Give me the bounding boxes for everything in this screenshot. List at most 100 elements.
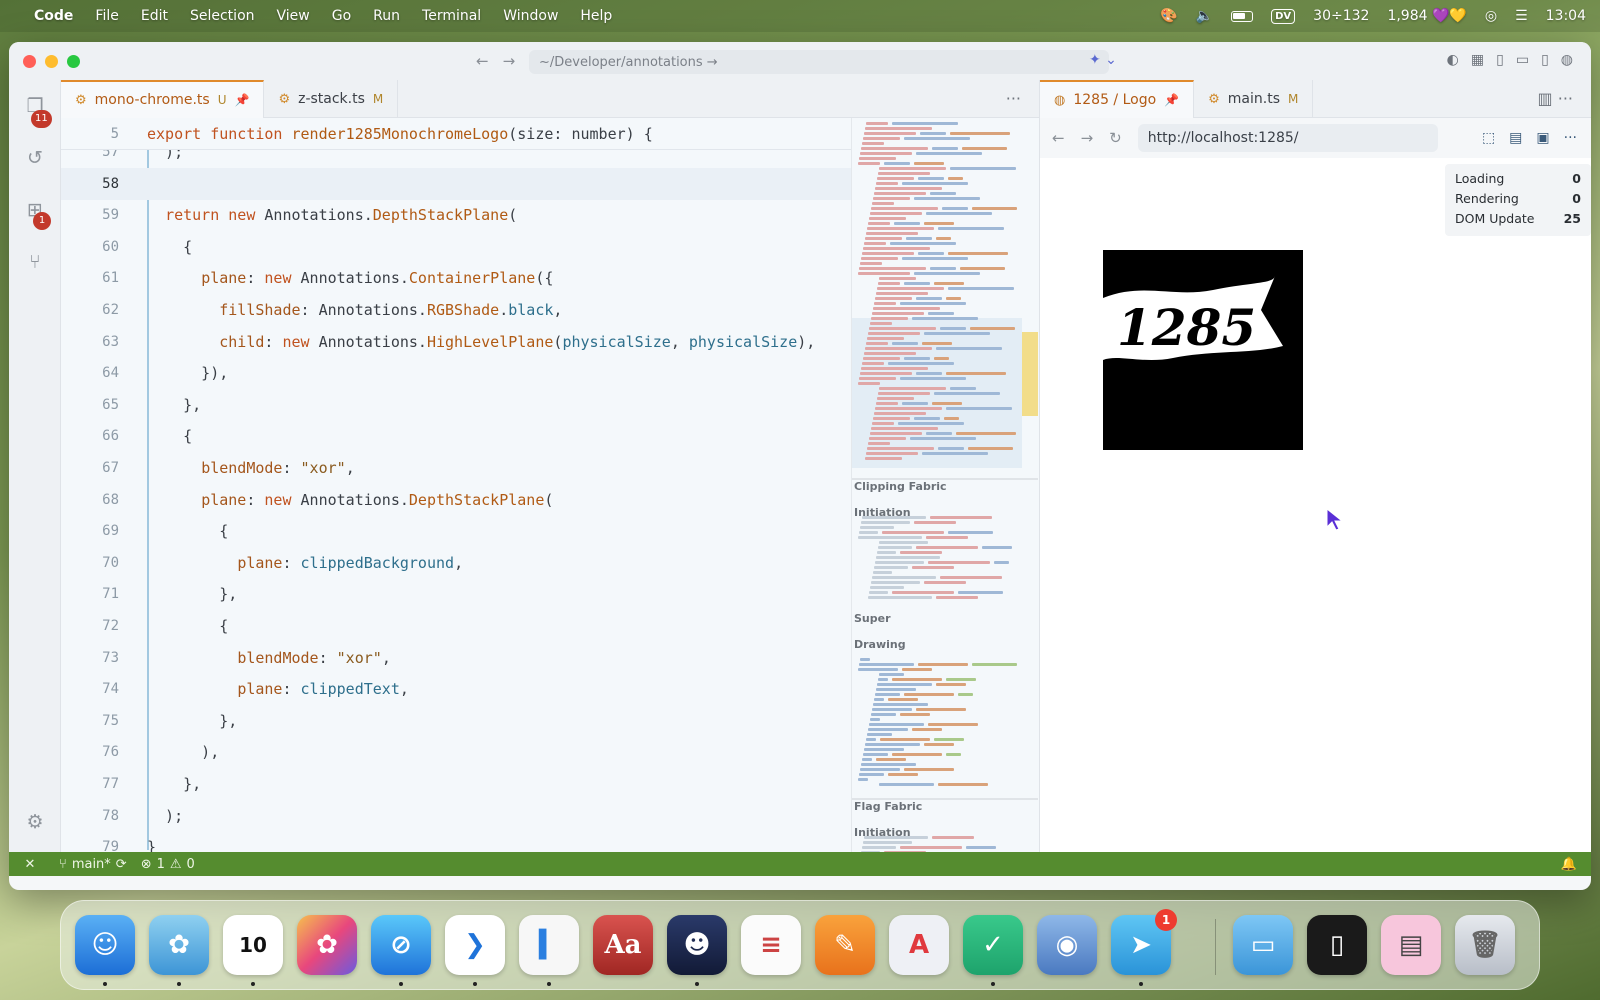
back-arrow-icon[interactable]: ←	[476, 52, 489, 70]
menu-app-name[interactable]: Code	[34, 8, 73, 24]
menu-view[interactable]: View	[277, 8, 310, 24]
toggle-panel-icon[interactable]: ▭	[1516, 52, 1529, 68]
code-line[interactable]: 74 plane: clippedText,	[61, 673, 851, 705]
code-line[interactable]: 67 blendMode: "xor",	[61, 452, 851, 484]
document-icon[interactable]: ▤	[1509, 130, 1522, 146]
finder-icon[interactable]: ☺	[75, 915, 135, 975]
safari-icon[interactable]: ⊘	[371, 915, 431, 975]
palette-icon[interactable]: 🎨	[1160, 8, 1177, 24]
settings-gear-icon[interactable]: ⚙	[23, 810, 47, 834]
battery-icon[interactable]	[1231, 10, 1254, 22]
dictionary-icon[interactable]: Aa	[593, 915, 653, 975]
checkmark-app-icon[interactable]: ✓	[963, 915, 1023, 975]
code-line[interactable]: 63 child: new Annotations.HighLevelPlane…	[61, 326, 851, 358]
toggle-secondary-sidebar-icon[interactable]: ▯	[1541, 52, 1549, 68]
photos-icon[interactable]: ✿	[297, 915, 357, 975]
copilot-icon[interactable]: ✦ ⌄	[1089, 52, 1117, 68]
code-line[interactable]: 71 },	[61, 578, 851, 610]
menu-file[interactable]: File	[95, 8, 118, 24]
scrollbar-thumb[interactable]	[1022, 332, 1038, 416]
counter-status[interactable]: 1,984 💜💛	[1387, 8, 1466, 24]
code-line[interactable]: 72 {	[61, 610, 851, 642]
screenshot-thumbnail-icon[interactable]: ▤	[1381, 915, 1441, 975]
code-line[interactable]: 66 {	[61, 420, 851, 452]
code-editor[interactable]: 5 export function render1285MonochromeLo…	[61, 118, 851, 852]
calendar-icon[interactable]: 10	[223, 915, 283, 975]
code-line[interactable]: 69 {	[61, 515, 851, 547]
affinity-icon[interactable]: A	[889, 915, 949, 975]
command-center[interactable]: ~/Developer/annotations →	[529, 50, 1109, 74]
problems-indicator[interactable]: ⊗ 1 ⚠ 0	[141, 857, 195, 872]
timeline-icon[interactable]: ↺	[23, 146, 47, 170]
tab-z-stack[interactable]: ⚙ z-stack.ts M	[264, 80, 399, 118]
code-line[interactable]: 75 },	[61, 705, 851, 737]
branch-indicator[interactable]: ⑂ main* ⟳	[59, 857, 127, 872]
url-input[interactable]: http://localhost:1285/	[1137, 124, 1438, 152]
pin-icon[interactable]: 📌	[1164, 93, 1179, 107]
vscode-icon[interactable]: ❯	[445, 915, 505, 975]
trash-icon[interactable]: 🗑	[1455, 915, 1515, 975]
pin-icon[interactable]: 📌	[234, 93, 249, 107]
notifications-bell-icon[interactable]: 🔔	[1561, 857, 1577, 872]
forward-arrow-icon[interactable]: →	[503, 52, 516, 70]
clock[interactable]: 13:04	[1546, 8, 1586, 24]
browser-viewport[interactable]: Loading 0 Rendering 0 DOM Update 25 1285	[1039, 158, 1591, 852]
phone-mirror-icon[interactable]: ▯	[1307, 915, 1367, 975]
code-line[interactable]: 61 plane: new Annotations.ContainerPlane…	[61, 262, 851, 294]
more-icon[interactable]: ···	[1564, 130, 1577, 146]
volume-icon[interactable]: 🔈	[1196, 8, 1213, 24]
split-editor-icon[interactable]: ▥ ···	[1520, 80, 1591, 117]
tab-mono-chrome[interactable]: ⚙ mono-chrome.ts U 📌	[61, 80, 265, 118]
pages-icon[interactable]: ✎	[815, 915, 875, 975]
clover-app-icon[interactable]: ✿	[149, 915, 209, 975]
customize-layout-icon[interactable]: ▦	[1471, 52, 1484, 68]
editor-app-icon[interactable]: ▍	[519, 915, 579, 975]
more-actions-icon[interactable]: ···	[988, 80, 1039, 117]
code-line[interactable]: 70 plane: clippedBackground,	[61, 547, 851, 579]
menu-run[interactable]: Run	[373, 8, 400, 24]
source-control-icon[interactable]: ⑂	[23, 250, 47, 274]
browser-forward-icon[interactable]: →	[1081, 129, 1094, 147]
menu-help[interactable]: Help	[580, 8, 612, 24]
console-icon[interactable]: ▣	[1536, 130, 1549, 146]
toggle-sidebar-icon[interactable]: ▯	[1496, 52, 1504, 68]
close-window-button[interactable]	[23, 54, 36, 68]
code-line[interactable]: 64 }),	[61, 357, 851, 389]
code-line[interactable]: 73 blendMode: "xor",	[61, 642, 851, 674]
code-line[interactable]: 58	[61, 167, 851, 200]
inspect-icon[interactable]: ⬚	[1482, 130, 1495, 146]
notes-icon[interactable]: ≡	[741, 915, 801, 975]
menu-edit[interactable]: Edit	[141, 8, 168, 24]
code-line[interactable]: 59 return new Annotations.DepthStackPlan…	[61, 199, 851, 231]
minimap[interactable]: Clipping Fabric Initiation Super Drawing…	[851, 118, 1039, 852]
cpu-status[interactable]: 30÷132	[1313, 8, 1369, 24]
code-line[interactable]: 79}	[61, 831, 851, 852]
dv-status[interactable]: DV	[1271, 8, 1296, 24]
control-center-icon[interactable]: ☰	[1515, 8, 1528, 24]
sticky-scroll-line[interactable]: 5 export function render1285MonochromeLo…	[61, 118, 851, 150]
menu-window[interactable]: Window	[503, 8, 558, 24]
code-line[interactable]: 78 );	[61, 800, 851, 832]
browser-back-icon[interactable]: ←	[1052, 129, 1065, 147]
tab-1285-logo[interactable]: ◍ 1285 / Logo 📌	[1040, 80, 1195, 118]
menu-terminal[interactable]: Terminal	[422, 8, 481, 24]
telegram-icon[interactable]: ➤ 1	[1111, 909, 1177, 975]
copilot-chat-icon[interactable]: ◐	[1447, 52, 1459, 68]
maximize-window-button[interactable]	[67, 54, 80, 68]
minimize-window-button[interactable]	[45, 54, 58, 68]
folder-icon[interactable]: ▭	[1233, 915, 1293, 975]
tab-main-ts[interactable]: ⚙ main.ts M	[1194, 80, 1314, 118]
code-line[interactable]: 68 plane: new Annotations.DepthStackPlan…	[61, 484, 851, 516]
code-line[interactable]: 62 fillShade: Annotations.RGBShade.black…	[61, 294, 851, 326]
globe-icon[interactable]: ◍	[1561, 52, 1573, 68]
code-line[interactable]: 65 },	[61, 389, 851, 421]
reload-icon[interactable]: ↻	[1109, 129, 1122, 147]
menu-go[interactable]: Go	[332, 8, 351, 24]
terminal-app-icon[interactable]: ☻	[667, 915, 727, 975]
sync-icon[interactable]: ⟳	[116, 857, 127, 872]
remote-indicator-icon[interactable]: ✕	[15, 857, 45, 872]
code-line[interactable]: 60 {	[61, 231, 851, 263]
lens-app-icon[interactable]: ◉	[1037, 915, 1097, 975]
code-line[interactable]: 77 },	[61, 768, 851, 800]
code-line[interactable]: 76 ),	[61, 736, 851, 768]
